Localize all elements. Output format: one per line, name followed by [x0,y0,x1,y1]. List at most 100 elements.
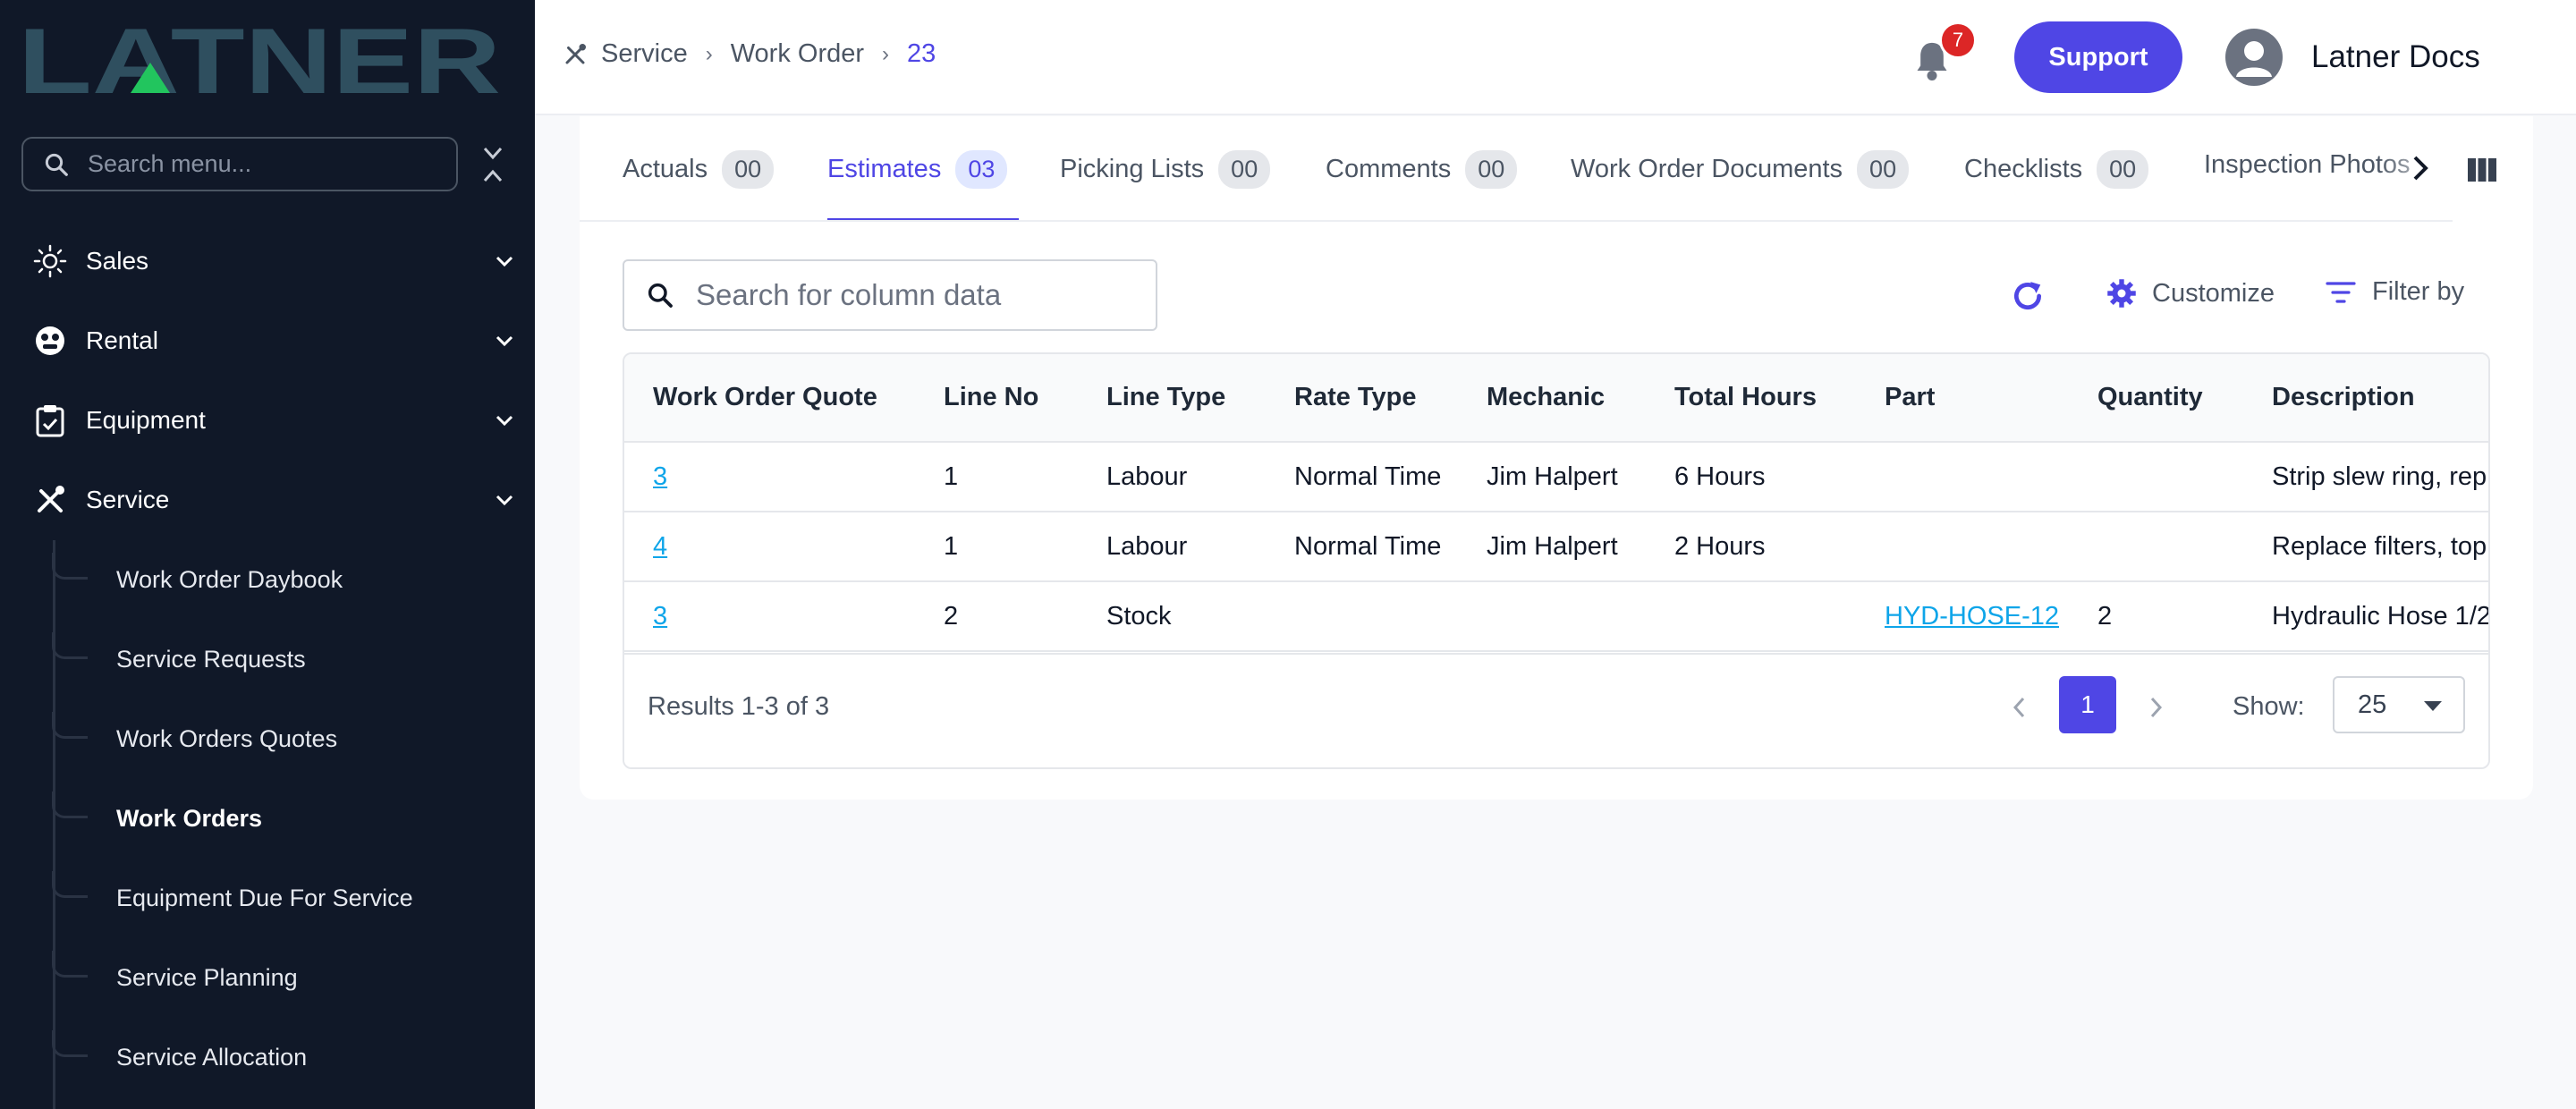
columns-icon[interactable] [2467,157,2497,182]
tab-work-order-documents[interactable]: Work Order Documents 00 [1571,150,1910,189]
avatar[interactable] [2225,29,2283,86]
cell-rate-type: Normal Time [1294,531,1442,561]
column-header[interactable]: Mechanic [1458,354,1646,443]
service-tools-icon [38,486,64,512]
user-name[interactable]: Latner Docs [2311,39,2480,75]
sidebar-item-sales[interactable]: Sales [32,234,515,288]
equipment-icon [36,405,64,437]
customize-label: Customize [2152,278,2275,308]
refresh-icon[interactable] [2011,279,2045,313]
sidebar-item-label: Rental [86,326,158,354]
sidebar-subitem-service-planning[interactable]: Service Planning [52,951,501,1004]
cell-rate-type [1266,581,1458,651]
table-row[interactable]: 3 2 Stock HYD-HOSE-12 2 Hydraulic Hose 1… [624,581,2488,651]
quote-link[interactable]: 3 [653,462,667,491]
column-header[interactable]: Description [2243,354,2488,443]
cell-quantity [2069,442,2243,512]
tab-actuals[interactable]: Actuals 00 [623,150,775,189]
tab-label: Actuals [623,155,708,183]
page-button-current[interactable]: 1 [2059,676,2116,733]
sales-icon [33,244,67,278]
column-header[interactable]: Line No [915,354,1078,443]
filter-by-label: Filter by [2372,277,2465,306]
column-header[interactable]: Total Hours [1646,354,1856,443]
cell-line-no: 1 [944,531,959,561]
column-header[interactable]: Rate Type [1266,354,1458,443]
sidebar-item-rental[interactable]: Rental [32,314,515,368]
service-tools-icon [565,43,586,63]
tab-count: 00 [1218,150,1271,189]
column-header[interactable]: Part [1856,354,2069,443]
breadcrumb-service[interactable]: Service [601,39,688,69]
tab-label: Work Order Documents [1571,155,1843,183]
column-search-input[interactable]: Search for column data [623,259,1157,331]
sidebar-subitem-label: Equipment Due For Service [116,884,413,911]
sidebar-subitem-label: Service Allocation [116,1043,308,1071]
tree-connector [52,1030,88,1057]
cell-description: Replace filters, top [2272,531,2487,561]
sidebar-item-service[interactable]: Service [32,473,515,527]
tab-label: Checklists [1964,155,2083,183]
cell-line-type: Stock [1106,601,1172,631]
cell-total-hours: 2 Hours [1674,531,1766,561]
sidebar-subitem-work-orders-quotes[interactable]: Work Orders Quotes [52,712,501,766]
sidebar-item-equipment[interactable]: Equipment [32,394,515,447]
chevron-right-icon[interactable] [2145,694,2166,721]
tab-estimates[interactable]: Estimates 03 [827,150,1008,189]
menu-search-input[interactable]: Search menu... [21,137,458,191]
notification-count-badge: 7 [1939,21,1977,59]
tab-comments[interactable]: Comments 00 [1326,150,1518,189]
collapse-sidebar-icon[interactable] [479,145,506,184]
support-button[interactable]: Support [2014,21,2182,93]
tab-checklists[interactable]: Checklists 00 [1964,150,2149,189]
sidebar-subitem-work-orders[interactable]: Work Orders [52,792,501,845]
chevron-down-icon [496,256,513,267]
cell-quote: 3 [624,442,915,512]
column-header[interactable]: Work Order Quote [624,354,915,443]
page-size-select[interactable]: 25 [2333,676,2465,733]
filter-by-button[interactable]: Filter by [2326,277,2464,307]
breadcrumb-work-order[interactable]: Work Order [731,39,864,69]
customize-button[interactable]: Customize [2106,277,2275,309]
sidebar-subitem-service-requests[interactable]: Service Requests [52,632,501,686]
column-header[interactable]: Quantity [2069,354,2243,443]
sidebar-item-label: Sales [86,247,149,275]
cell-quantity: 2 [2097,601,2113,631]
chevron-left-icon[interactable] [2009,694,2030,721]
cell-mechanic [1458,581,1646,651]
sidebar-subitem-equipment-due-for-service[interactable]: Equipment Due For Service [52,871,501,925]
chevron-right-icon[interactable] [2408,152,2433,184]
cell-quote: 3 [624,581,915,651]
table-row[interactable]: 3 1 Labour Normal Time Jim Halpert 6 Hou… [624,442,2488,512]
tab-label: Picking Lists [1060,155,1205,183]
tree-connector [52,792,88,818]
sidebar-subitem-service-allocation[interactable]: Service Allocation [52,1030,501,1084]
quote-link[interactable]: 4 [653,532,667,561]
part-link[interactable]: HYD-HOSE-12 [1885,602,2059,631]
column-search-placeholder: Search for column data [696,278,1002,311]
cell-quote: 4 [624,512,915,581]
tree-connector [52,712,88,739]
table-row[interactable]: 4 1 Labour Normal Time Jim Halpert 2 Hou… [624,512,2488,581]
quote-link[interactable]: 3 [653,602,667,631]
sidebar-subitem-work-order-daybook[interactable]: Work Order Daybook [52,553,501,606]
tab-label: Estimates [827,155,942,183]
search-icon [648,283,673,308]
tab-picking-lists[interactable]: Picking Lists 00 [1060,150,1271,189]
latner-logo[interactable]: LATNER [18,20,501,100]
cell-mechanic: Jim Halpert [1487,461,1618,491]
menu-search-placeholder: Search menu... [88,150,252,177]
gear-icon [2107,279,2136,308]
sidebar-subitem-label: Work Orders [116,804,263,832]
sidebar-subitem-label: Service Planning [116,963,298,991]
cell-part: HYD-HOSE-12 [1856,581,2069,651]
column-header[interactable]: Line Type [1078,354,1266,443]
tree-connector [52,553,88,580]
cell-total-hours: 6 Hours [1674,461,1766,491]
page-size-value: 25 [2358,690,2387,719]
filter-icon [2326,281,2356,303]
tab-count: 00 [722,150,775,189]
tab-bar: Actuals 00 Estimates 03 Picking Lists 00 Co… [580,116,2453,222]
sidebar-item-label: Equipment [86,406,206,434]
tab-label: Comments [1326,155,1452,183]
